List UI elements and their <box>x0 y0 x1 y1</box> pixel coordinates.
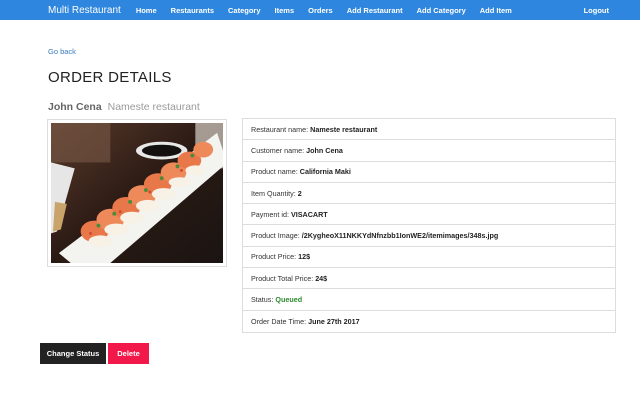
detail-row-status: Status: Queued <box>243 289 615 311</box>
detail-value: 2 <box>297 188 302 198</box>
detail-value: June 27th 2017 <box>308 316 360 326</box>
detail-row-total-price: Product Total Price: 24$ <box>243 268 615 290</box>
detail-row-customer: Customer name: John Cena <box>243 140 615 162</box>
nav-orders[interactable]: Orders <box>301 6 340 15</box>
sushi-photo <box>51 123 223 263</box>
change-status-button[interactable]: Change Status <box>40 343 106 364</box>
restaurant-name: Nameste restaurant <box>107 101 200 113</box>
detail-label: Item Quantity: <box>251 188 296 198</box>
detail-row-product: Product name: California Maki <box>243 162 615 183</box>
detail-row-product-image: Product Image: /2KygheoX11NKKYdNfnzbb1Io… <box>243 225 615 247</box>
detail-label: Status: <box>251 295 274 305</box>
status-value: Queued <box>275 295 303 305</box>
detail-row-restaurant: Restaurant name: Nameste restaurant <box>243 119 615 141</box>
detail-label: Product Price: <box>251 252 297 262</box>
detail-value: California Maki <box>299 167 351 177</box>
detail-value: 12$ <box>298 252 311 262</box>
customer-name: John Cena <box>48 101 102 113</box>
order-details-table: Restaurant name: Nameste restaurant Cust… <box>242 118 616 333</box>
detail-value: VISACART <box>290 209 328 219</box>
nav-category[interactable]: Category <box>221 6 268 15</box>
detail-label: Product Image: <box>251 231 300 241</box>
detail-value: Nameste restaurant <box>310 124 378 134</box>
nav-items[interactable]: Items <box>268 6 302 15</box>
page-title: ORDER DETAILS <box>48 69 172 86</box>
detail-label: Product Total Price: <box>251 273 314 283</box>
nav-restaurants[interactable]: Restaurants <box>164 6 221 15</box>
detail-label: Customer name: <box>251 145 305 155</box>
detail-label: Payment id: <box>251 209 289 219</box>
detail-value: 24$ <box>315 273 328 283</box>
detail-value: /2KygheoX11NKKYdNfnzbb1IonWE2/itemimages… <box>301 231 499 241</box>
delete-button[interactable]: Delete <box>108 343 149 364</box>
nav-home[interactable]: Home <box>129 6 164 15</box>
detail-label: Product name: <box>251 167 298 177</box>
order-subheader: John Cena Nameste restaurant <box>48 101 200 113</box>
product-image-frame <box>47 119 227 267</box>
logout-link[interactable]: Logout <box>577 6 616 15</box>
detail-row-order-date: Order Date Time: June 27th 2017 <box>243 311 615 332</box>
nav-add-restaurant[interactable]: Add Restaurant <box>340 6 410 15</box>
detail-row-quantity: Item Quantity: 2 <box>243 183 615 205</box>
nav-menu: Home Restaurants Category Items Orders A… <box>129 6 519 15</box>
detail-label: Order Date Time: <box>251 316 307 326</box>
go-back-link[interactable]: Go back <box>48 47 76 56</box>
navbar: Multi Restaurant Home Restaurants Catego… <box>0 0 640 20</box>
nav-add-item[interactable]: Add Item <box>473 6 519 15</box>
detail-row-payment: Payment id: VISACART <box>243 204 615 226</box>
brand-link[interactable]: Multi Restaurant <box>48 5 121 16</box>
detail-row-price: Product Price: 12$ <box>243 247 615 269</box>
detail-label: Restaurant name: <box>251 124 309 134</box>
detail-value: John Cena <box>306 145 343 155</box>
nav-add-category[interactable]: Add Category <box>410 6 473 15</box>
